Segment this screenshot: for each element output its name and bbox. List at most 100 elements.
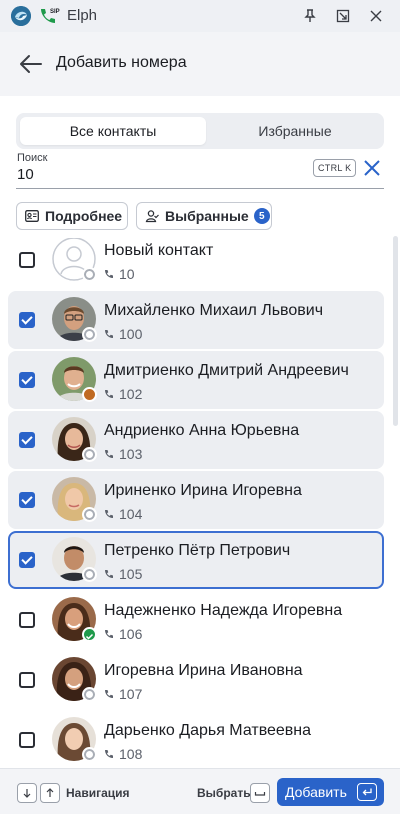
search-label: Поиск (17, 152, 48, 164)
contact-checkbox[interactable] (19, 552, 35, 568)
content-panel: Все контакты Избранные Поиск CTRL K Подр… (0, 96, 400, 768)
add-button-label: Добавить (285, 784, 347, 800)
contact-name: Петренко Пётр Петрович (104, 542, 291, 559)
contact-extension: 100 (104, 326, 142, 342)
tab-bar: Все контакты Избранные (16, 113, 384, 149)
pin-icon (304, 9, 316, 22)
contact-checkbox[interactable] (19, 252, 35, 268)
add-button[interactable]: Добавить (277, 778, 384, 806)
app-title: Elph (67, 7, 98, 24)
contact-extension-value: 107 (119, 686, 143, 702)
details-button[interactable]: Подробнее (16, 202, 128, 230)
list-item[interactable]: Дмитриенко Дмитрий Андреевич 102 (8, 351, 384, 409)
close-window-button[interactable] (366, 6, 386, 26)
navigation-hint: Навигация (66, 786, 130, 800)
arrow-down-key (17, 783, 37, 803)
phone-icon (105, 390, 113, 398)
contact-extension-value: 108 (119, 746, 143, 762)
status-offline-indicator (82, 507, 97, 522)
app-logo-icon (11, 6, 31, 26)
list-item[interactable]: Надежненко Надежда Игоревна 106 (8, 591, 384, 649)
contact-extension: 106 (104, 626, 142, 642)
contact-checkbox[interactable] (19, 672, 35, 688)
contact-extension-value: 106 (119, 626, 143, 642)
list-item[interactable]: Новый контакт 10 (8, 238, 384, 289)
contact-extension: 107 (104, 686, 142, 702)
title-bar: SIP Elph (0, 0, 400, 32)
contact-extension-value: 100 (119, 326, 143, 342)
phone-icon (105, 570, 113, 578)
phone-icon (105, 630, 113, 638)
arrow-left-icon (20, 55, 42, 73)
contact-extension: 104 (104, 506, 142, 522)
contact-extension-value: 104 (119, 506, 143, 522)
footer-bar: Навигация Выбрать Добавить (0, 768, 400, 814)
select-hint: Выбрать (197, 786, 251, 800)
sip-badge-text: SIP (50, 9, 60, 15)
contact-checkbox[interactable] (19, 372, 35, 388)
phone-icon (105, 270, 113, 278)
arrow-down-icon (23, 789, 31, 798)
contact-extension: 108 (104, 746, 142, 762)
search-input[interactable] (17, 164, 297, 184)
search-underline (16, 188, 384, 189)
contact-checkbox[interactable] (19, 492, 35, 508)
contact-extension: 103 (104, 446, 142, 462)
tab-all-contacts[interactable]: Все контакты (20, 117, 206, 145)
contact-name: Надежненко Надежда Игоревна (104, 602, 343, 619)
status-offline-indicator (82, 687, 97, 702)
list-item[interactable]: Петренко Пётр Петрович 105 (8, 531, 384, 589)
details-button-label: Подробнее (45, 208, 123, 224)
contact-extension-value: 103 (119, 446, 143, 462)
contact-name: Ириненко Ирина Игоревна (104, 482, 302, 499)
phone-icon (105, 450, 113, 458)
selected-count-badge: 5 (253, 208, 270, 224)
contact-checkbox[interactable] (19, 732, 35, 748)
arrow-up-icon (46, 788, 54, 797)
page-header: Добавить номера (0, 32, 400, 96)
close-icon (370, 10, 382, 22)
selected-filter-button[interactable]: Выбранные 5 (136, 202, 272, 230)
minimize-to-tray-button[interactable] (333, 6, 353, 26)
user-check-icon (145, 210, 159, 223)
contact-extension: 102 (104, 386, 142, 402)
sip-phone-icon: SIP (38, 6, 60, 26)
phone-icon (105, 690, 113, 698)
contact-name: Михайленко Михаил Львович (104, 302, 324, 319)
status-offline-indicator (82, 327, 97, 342)
list-item[interactable]: Андриенко Анна Юрьевна 103 (8, 411, 384, 469)
status-offline-indicator (82, 267, 97, 282)
pin-button[interactable] (300, 6, 320, 26)
selected-filter-label: Выбранные (165, 208, 249, 224)
contact-name: Новый контакт (104, 242, 214, 259)
contact-name: Дарьенко Дарья Матвеевна (104, 722, 312, 739)
list-scrollbar[interactable] (393, 236, 398, 426)
contact-list: Новый контакт 10 Михайленко Михаил Львов… (0, 238, 400, 768)
space-key (250, 783, 270, 803)
enter-key-hint (357, 783, 377, 801)
phone-icon (105, 510, 113, 518)
enter-icon (362, 788, 372, 796)
contact-card-icon (25, 210, 39, 222)
list-item[interactable]: Дарьенко Дарья Матвеевна 108 (8, 711, 384, 768)
phone-icon (105, 330, 113, 338)
page-title: Добавить номера (56, 54, 187, 71)
list-item[interactable]: Ириненко Ирина Игоревна 104 (8, 471, 384, 529)
status-online-indicator (82, 627, 97, 642)
list-item[interactable]: Михайленко Михаил Львович 100 (8, 291, 384, 349)
status-away-indicator (82, 387, 97, 402)
clear-search-button[interactable] (362, 158, 382, 178)
phone-icon (105, 750, 113, 758)
tab-favorites[interactable]: Избранные (210, 117, 380, 145)
close-icon (364, 160, 380, 176)
contact-checkbox[interactable] (19, 432, 35, 448)
search-shortcut-hint: CTRL K (313, 159, 357, 177)
status-offline-indicator (82, 567, 97, 582)
list-item[interactable]: Игоревна Ирина Ивановна 107 (8, 651, 384, 709)
contact-extension-value: 10 (119, 266, 135, 282)
back-button[interactable] (18, 52, 44, 76)
contact-checkbox[interactable] (19, 312, 35, 328)
contact-checkbox[interactable] (19, 612, 35, 628)
arrow-up-key (40, 783, 60, 803)
contact-name: Андриенко Анна Юрьевна (104, 422, 300, 439)
